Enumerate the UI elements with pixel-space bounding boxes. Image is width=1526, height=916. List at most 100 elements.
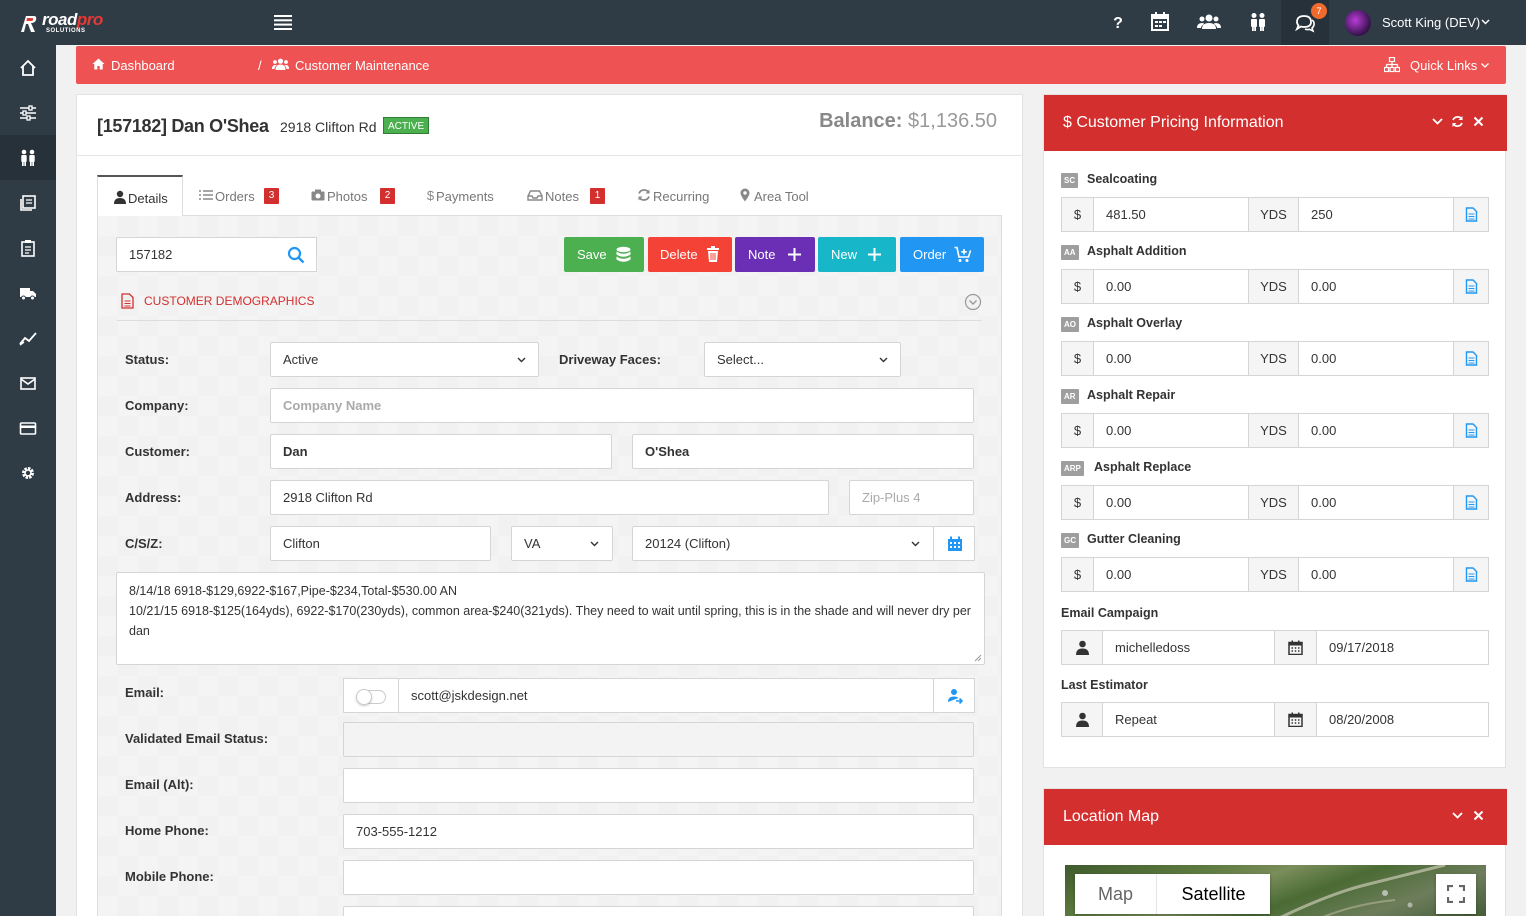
- close-icon[interactable]: [1472, 809, 1485, 822]
- calendar-icon[interactable]: [1150, 12, 1170, 32]
- service-price-input[interactable]: 481.50: [1093, 197, 1249, 232]
- company-input[interactable]: Company Name: [270, 388, 974, 423]
- sidebar-item-payments[interactable]: [0, 405, 56, 450]
- refresh-icon[interactable]: [1451, 115, 1464, 128]
- tab-notes[interactable]: Notes 1: [527, 175, 617, 216]
- sidebar-item-home[interactable]: [0, 45, 56, 90]
- service-quantity-input[interactable]: 0.00: [1298, 269, 1454, 304]
- last-name-input[interactable]: O'Shea: [632, 434, 974, 469]
- save-button[interactable]: Save: [564, 237, 644, 272]
- fullscreen-button[interactable]: [1436, 874, 1476, 914]
- service-document-button[interactable]: [1453, 197, 1489, 232]
- service-quantity-input[interactable]: 0.00: [1298, 485, 1454, 520]
- tab-area-tool[interactable]: Area Tool: [740, 175, 820, 216]
- sidebar-item-settings-sliders[interactable]: [0, 90, 56, 135]
- notes-textarea[interactable]: 8/14/18 6918-$129,6922-$167,Pipe-$234,To…: [116, 572, 985, 665]
- building-lookup-button[interactable]: [933, 526, 975, 561]
- email-campaign-label: Email Campaign: [1061, 606, 1159, 620]
- quick-links-dropdown[interactable]: Quick Links: [1410, 58, 1477, 73]
- tab-photos[interactable]: Photos 2: [311, 175, 401, 216]
- hamburger-menu-icon[interactable]: [274, 15, 292, 30]
- help-icon[interactable]: ?: [1108, 12, 1128, 32]
- tab-recurring[interactable]: Recurring: [637, 175, 717, 216]
- sidebar-item-mail[interactable]: [0, 360, 56, 405]
- chevron-down-icon[interactable]: [1481, 19, 1490, 25]
- service-price-input[interactable]: 0.00: [1093, 341, 1249, 376]
- sidebar-item-customers[interactable]: [0, 135, 56, 180]
- calendar-addon[interactable]: [1274, 702, 1317, 737]
- service-document-button[interactable]: [1453, 557, 1489, 592]
- email-campaign-date[interactable]: 09/17/2018: [1316, 630, 1489, 665]
- delete-button[interactable]: Delete: [648, 237, 732, 272]
- service-price-input[interactable]: 0.00: [1093, 485, 1249, 520]
- city-input[interactable]: Clifton: [270, 526, 491, 561]
- search-button[interactable]: [275, 237, 317, 272]
- driveway-select[interactable]: Select...: [704, 342, 901, 377]
- tab-payments[interactable]: $ Payments: [426, 175, 506, 216]
- email-campaign-user[interactable]: michelledoss: [1102, 630, 1275, 665]
- users-icon: [272, 58, 289, 70]
- roadpro-logo[interactable]: roadpro SOLUTIONS: [18, 10, 128, 36]
- zip-plus-input[interactable]: Zip-Plus 4: [849, 480, 974, 515]
- sidebar-item-reports[interactable]: [0, 315, 56, 360]
- sidebar-item-clipboard[interactable]: [0, 225, 56, 270]
- address-input[interactable]: 2918 Clifton Rd: [270, 480, 829, 515]
- service-quantity-input[interactable]: 0.00: [1298, 413, 1454, 448]
- collapse-icon[interactable]: [1431, 115, 1444, 128]
- home-phone-input[interactable]: 703-555-1212: [343, 814, 974, 849]
- map-tab-map[interactable]: Map: [1075, 874, 1156, 914]
- close-icon[interactable]: [1472, 115, 1485, 128]
- service-document-button[interactable]: [1453, 413, 1489, 448]
- mobile-phone-input[interactable]: [343, 860, 974, 895]
- collapse-chevron-icon[interactable]: [964, 293, 982, 311]
- unit-addon: YDS: [1248, 413, 1299, 448]
- tab-details[interactable]: Details: [97, 175, 183, 217]
- service-document-button[interactable]: [1453, 269, 1489, 304]
- breadcrumb-dashboard-link[interactable]: Dashboard: [111, 58, 175, 73]
- order-button[interactable]: Order: [900, 237, 984, 272]
- driveway-select-value: Select...: [717, 352, 764, 367]
- first-name-input[interactable]: Dan: [270, 434, 612, 469]
- state-select[interactable]: VA: [511, 526, 613, 561]
- email-opt-in-toggle[interactable]: [343, 678, 399, 713]
- document-icon: [1465, 567, 1478, 582]
- service-price-input[interactable]: 0.00: [1093, 557, 1249, 592]
- chevron-down-icon[interactable]: [1481, 63, 1489, 68]
- map-tab-satellite[interactable]: Satellite: [1156, 874, 1270, 914]
- zip-select[interactable]: 20124 (Clifton): [632, 526, 934, 561]
- customers-icon[interactable]: [1248, 12, 1268, 32]
- service-price-input[interactable]: 0.00: [1093, 413, 1249, 448]
- new-button[interactable]: New: [818, 237, 896, 272]
- order-label: Order: [913, 247, 947, 262]
- email-contact-button[interactable]: [933, 678, 975, 713]
- sidebar-item-estimates[interactable]: [0, 180, 56, 225]
- user-name[interactable]: Scott King (DEV): [1382, 15, 1480, 30]
- customer-id-input[interactable]: 157182: [116, 237, 276, 272]
- service-document-button[interactable]: [1453, 485, 1489, 520]
- header-divider: [77, 155, 1022, 156]
- last-estimator-user[interactable]: Repeat: [1102, 702, 1275, 737]
- next-field-input[interactable]: [343, 906, 974, 916]
- status-select[interactable]: Active: [270, 342, 539, 377]
- service-quantity-input[interactable]: 0.00: [1298, 557, 1454, 592]
- last-estimator-date[interactable]: 08/20/2008: [1316, 702, 1489, 737]
- tab-orders[interactable]: Orders 3: [199, 175, 289, 216]
- service-code-badge: AO: [1061, 317, 1079, 332]
- email-alt-input[interactable]: [343, 768, 974, 803]
- resize-handle-icon[interactable]: [974, 654, 982, 662]
- calendar-addon[interactable]: [1274, 630, 1317, 665]
- service-document-button[interactable]: [1453, 341, 1489, 376]
- service-quantity-input[interactable]: 250: [1298, 197, 1454, 232]
- user-avatar[interactable]: [1345, 10, 1371, 36]
- tab-label: Orders: [215, 189, 255, 204]
- plus-icon: [788, 248, 801, 261]
- email-input[interactable]: scott@jskdesign.net: [398, 678, 934, 713]
- service-price-input[interactable]: 0.00: [1093, 269, 1249, 304]
- collapse-icon[interactable]: [1451, 809, 1464, 822]
- users-group-icon[interactable]: [1197, 12, 1221, 32]
- note-button[interactable]: Note: [735, 237, 815, 272]
- sidebar-item-settings[interactable]: [0, 450, 56, 495]
- service-quantity-input[interactable]: 0.00: [1298, 341, 1454, 376]
- satellite-map[interactable]: Map Satellite: [1065, 865, 1486, 916]
- sidebar-item-trucks[interactable]: [0, 270, 56, 315]
